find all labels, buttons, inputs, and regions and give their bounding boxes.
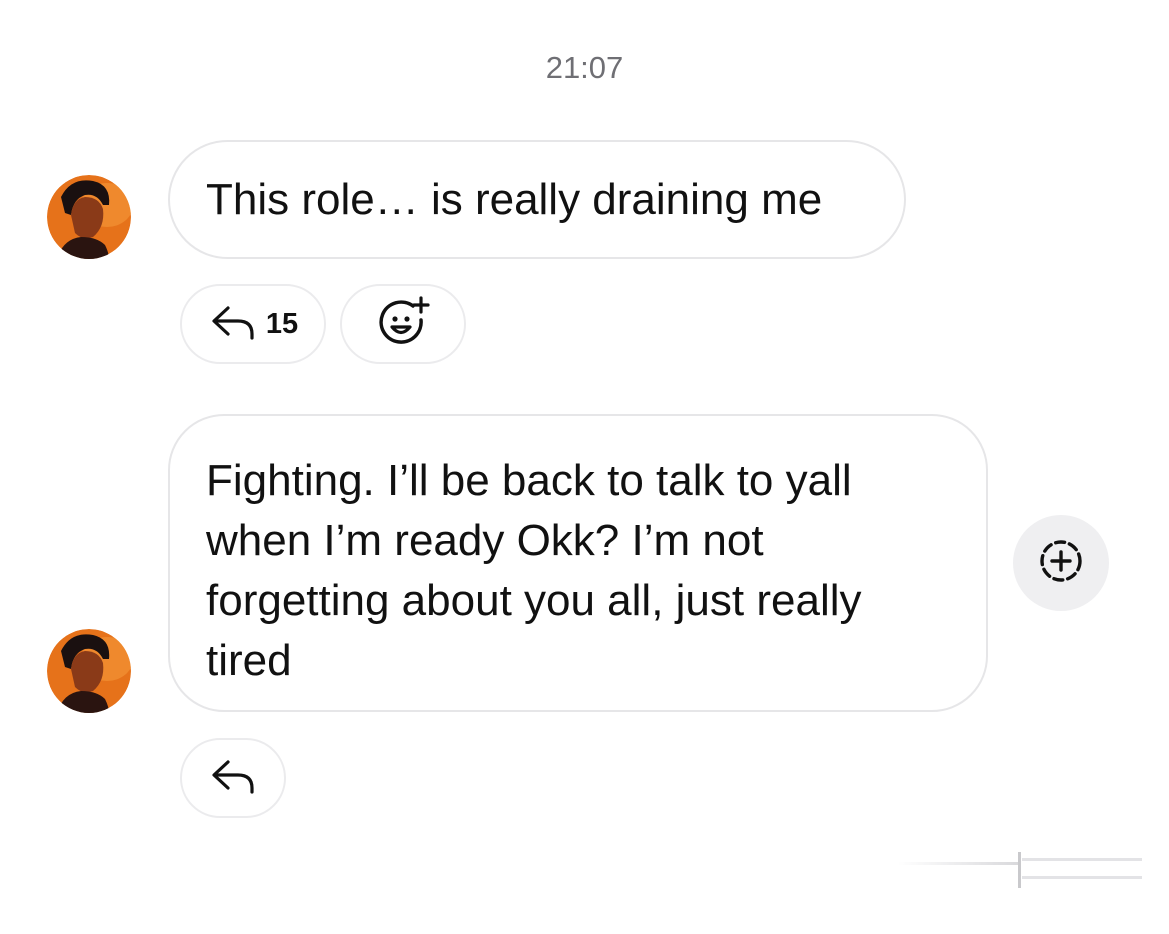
message-timestamp: 21:07 [545,50,624,85]
reply-count: 15 [265,307,299,340]
add-button[interactable] [1013,515,1109,611]
message-bubble[interactable]: Fighting. I’ll be back to talk to yall w… [168,414,988,712]
add-reaction-icon [375,295,431,353]
reply-arrow-icon [208,756,258,801]
reply-button[interactable] [180,738,286,818]
reply-arrow-icon [208,302,258,347]
sender-avatar[interactable] [47,629,131,713]
message-bubble[interactable]: This role… is really draining me [168,140,906,259]
add-circle-icon [1037,537,1085,590]
reply-button[interactable]: 15 [180,284,326,364]
add-reaction-button[interactable] [340,284,466,364]
sender-avatar[interactable] [47,175,131,259]
home-indicator [898,850,1148,890]
